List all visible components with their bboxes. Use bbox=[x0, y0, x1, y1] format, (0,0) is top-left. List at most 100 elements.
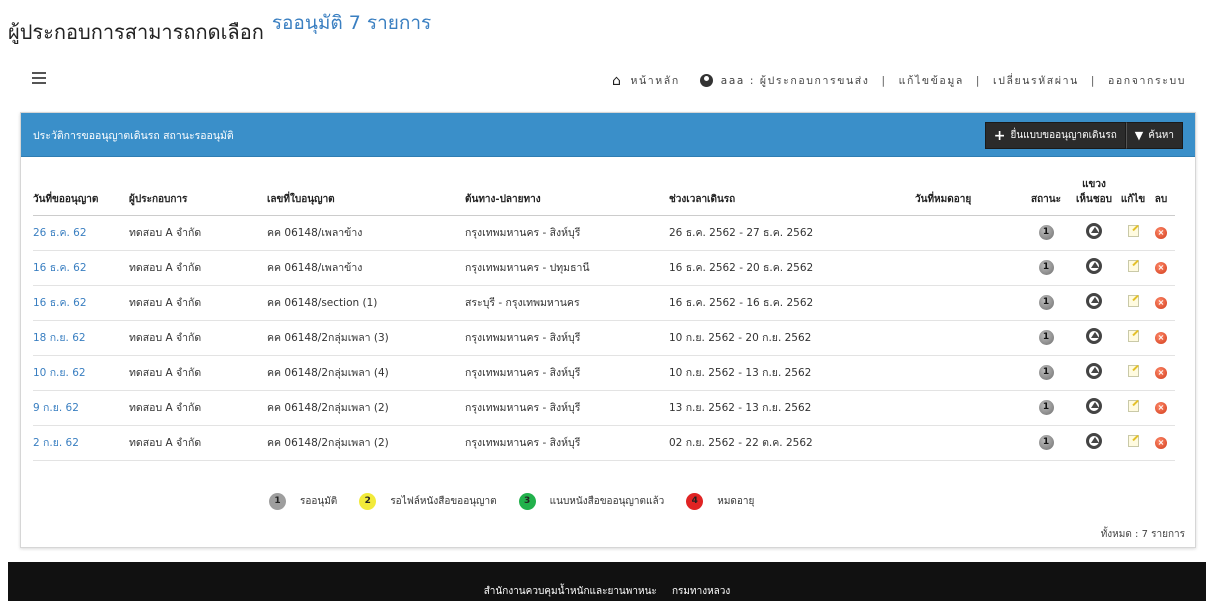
period-cell: 02 ก.ย. 2562 - 22 ต.ค. 2562 bbox=[669, 425, 915, 461]
period-cell: 10 ก.ย. 2562 - 13 ก.ย. 2562 bbox=[669, 355, 915, 391]
view-cell bbox=[1069, 425, 1119, 461]
expiry-cell bbox=[915, 215, 1023, 251]
edit-icon[interactable] bbox=[1127, 260, 1139, 272]
legend-label: รออนุมัติ bbox=[300, 496, 338, 507]
status-cell: 1 bbox=[1023, 355, 1069, 391]
nav-home-label: หน้าหลัก bbox=[630, 75, 680, 87]
view-icon[interactable] bbox=[1086, 258, 1102, 274]
table-row: 18 ก.ย. 62 ทดสอบ A จำกัด คค 06148/2กลุ่ม… bbox=[33, 320, 1175, 356]
period-cell: 13 ก.ย. 2562 - 13 ก.ย. 2562 bbox=[669, 390, 915, 426]
delete-icon[interactable]: × bbox=[1155, 367, 1167, 379]
page-heading: ผู้ประกอบการสามารถกดเลือก รออนุมัติ 7 รา… bbox=[8, 8, 431, 48]
page-footer: สำนักงานควบคุมน้ำหนักและยานพาหนะ กรมทางห… bbox=[8, 562, 1206, 601]
delete-cell: × bbox=[1147, 250, 1175, 286]
status-pending-icon: 1 bbox=[1038, 435, 1054, 450]
nav-change-password-link[interactable]: เปลี่ยนรหัสผ่าน bbox=[993, 72, 1079, 89]
hamburger-menu-icon[interactable] bbox=[32, 72, 46, 84]
edit-cell bbox=[1119, 250, 1147, 286]
delete-icon[interactable]: × bbox=[1155, 332, 1167, 344]
permit-cell: คค 06148/2กลุ่มเพลา (2) bbox=[267, 425, 465, 461]
legend-dot-awaiting-file: 2 bbox=[359, 493, 377, 510]
request-date-link[interactable]: 26 ธ.ค. 62 bbox=[33, 215, 129, 251]
status-cell: 1 bbox=[1023, 215, 1069, 251]
route-cell: กรุงเทพมหานคร - สิงห์บุรี bbox=[465, 425, 669, 461]
expiry-cell bbox=[915, 250, 1023, 286]
history-panel: ประวัติการขออนุญาตเดินรถ สถานะรออนุมัติ … bbox=[20, 112, 1196, 548]
col-permit-no: เลขที่ใบอนุญาต bbox=[267, 169, 465, 216]
request-date-link[interactable]: 10 ก.ย. 62 bbox=[33, 355, 129, 391]
edit-icon[interactable] bbox=[1127, 330, 1139, 342]
request-date-link[interactable]: 16 ธ.ค. 62 bbox=[33, 250, 129, 286]
legend-item: 2 รอไฟล์หนังสือขออนุญาต bbox=[359, 493, 497, 510]
request-date-link[interactable]: 16 ธ.ค. 62 bbox=[33, 285, 129, 321]
operator-cell: ทดสอบ A จำกัด bbox=[129, 425, 267, 461]
edit-cell bbox=[1119, 425, 1147, 461]
view-icon[interactable] bbox=[1086, 223, 1102, 239]
delete-icon[interactable]: × bbox=[1155, 227, 1167, 239]
table-row: 9 ก.ย. 62 ทดสอบ A จำกัด คค 06148/2กลุ่มเ… bbox=[33, 390, 1175, 426]
col-view-line2: เห็นชอบ bbox=[1076, 193, 1112, 205]
request-date-link[interactable]: 2 ก.ย. 62 bbox=[33, 425, 129, 461]
view-icon[interactable] bbox=[1086, 433, 1102, 449]
period-cell: 16 ธ.ค. 2562 - 20 ธ.ค. 2562 bbox=[669, 250, 915, 286]
operator-cell: ทดสอบ A จำกัด bbox=[129, 250, 267, 286]
status-cell: 1 bbox=[1023, 320, 1069, 356]
new-request-label: ยื่นแบบขออนุญาตเดินรถ bbox=[1010, 130, 1117, 141]
edit-icon[interactable] bbox=[1127, 435, 1139, 447]
view-icon[interactable] bbox=[1086, 293, 1102, 309]
panel-title: ประวัติการขออนุญาตเดินรถ สถานะรออนุมัติ bbox=[33, 130, 234, 142]
footer-dept: กรมทางหลวง bbox=[671, 586, 731, 597]
permit-cell: คค 06148/2กลุ่มเพลา (2) bbox=[267, 390, 465, 426]
filter-icon: ▼ bbox=[1134, 129, 1144, 142]
delete-icon[interactable]: × bbox=[1155, 437, 1167, 449]
view-icon[interactable] bbox=[1086, 328, 1102, 344]
delete-icon[interactable]: × bbox=[1155, 297, 1167, 309]
edit-icon[interactable] bbox=[1127, 225, 1139, 237]
route-cell: กรุงเทพมหานคร - สิงห์บุรี bbox=[465, 215, 669, 251]
home-icon: ⌂ bbox=[611, 72, 623, 89]
delete-cell: × bbox=[1147, 425, 1175, 461]
legend-label: แนบหนังสือขออนุญาตแล้ว bbox=[549, 496, 665, 507]
legend-dot-expired: 4 bbox=[686, 493, 704, 510]
table-row: 10 ก.ย. 62 ทดสอบ A จำกัด คค 06148/2กลุ่ม… bbox=[33, 355, 1175, 391]
edit-icon[interactable] bbox=[1127, 295, 1139, 307]
operator-cell: ทดสอบ A จำกัด bbox=[129, 355, 267, 391]
nav-home-link[interactable]: ⌂ หน้าหลัก bbox=[612, 72, 680, 89]
delete-icon[interactable]: × bbox=[1155, 262, 1167, 274]
legend-item: 1 รออนุมัติ bbox=[269, 493, 337, 510]
legend-label: หมดอายุ bbox=[717, 496, 755, 507]
legend-dot-attached: 3 bbox=[518, 493, 536, 510]
edit-cell bbox=[1119, 320, 1147, 356]
view-cell bbox=[1069, 390, 1119, 426]
search-button[interactable]: ▼ ค้นหา bbox=[1125, 122, 1183, 149]
view-cell bbox=[1069, 355, 1119, 391]
permit-cell: คค 06148/เพลาข้าง bbox=[267, 215, 465, 251]
operator-cell: ทดสอบ A จำกัด bbox=[129, 390, 267, 426]
nav-user-link[interactable]: aaa : ผู้ประกอบการขนส่ง bbox=[699, 72, 870, 89]
status-cell: 1 bbox=[1023, 250, 1069, 286]
request-date-link[interactable]: 9 ก.ย. 62 bbox=[33, 390, 129, 426]
edit-icon[interactable] bbox=[1127, 400, 1139, 412]
period-cell: 10 ก.ย. 2562 - 20 ก.ย. 2562 bbox=[669, 320, 915, 356]
status-pending-icon: 1 bbox=[1038, 295, 1054, 310]
route-cell: กรุงเทพมหานคร - ปทุมธานี bbox=[465, 250, 669, 286]
edit-icon[interactable] bbox=[1127, 365, 1139, 377]
nav-links: ⌂ หน้าหลัก aaa : ผู้ประกอบการขนส่ง | แก้… bbox=[612, 72, 1186, 89]
status-cell: 1 bbox=[1023, 285, 1069, 321]
nav-edit-profile-link[interactable]: แก้ไขข้อมูล bbox=[899, 72, 964, 89]
user-icon bbox=[699, 74, 713, 87]
expiry-cell bbox=[915, 285, 1023, 321]
view-icon[interactable] bbox=[1086, 363, 1102, 379]
delete-icon[interactable]: × bbox=[1155, 402, 1167, 414]
route-cell: กรุงเทพมหานคร - สิงห์บุรี bbox=[465, 355, 669, 391]
permit-cell: คค 06148/เพลาข้าง bbox=[267, 250, 465, 286]
status-cell: 1 bbox=[1023, 425, 1069, 461]
view-cell bbox=[1069, 320, 1119, 356]
request-date-link[interactable]: 18 ก.ย. 62 bbox=[33, 320, 129, 356]
new-request-button[interactable]: + ยื่นแบบขออนุญาตเดินรถ bbox=[984, 122, 1126, 149]
nav-logout-link[interactable]: ออกจากระบบ bbox=[1108, 72, 1186, 89]
panel-header: ประวัติการขออนุญาตเดินรถ สถานะรออนุมัติ … bbox=[21, 113, 1195, 157]
view-icon[interactable] bbox=[1086, 398, 1102, 414]
total-count: ทั้งหมด : 7 รายการ bbox=[1100, 529, 1185, 540]
view-cell bbox=[1069, 285, 1119, 321]
